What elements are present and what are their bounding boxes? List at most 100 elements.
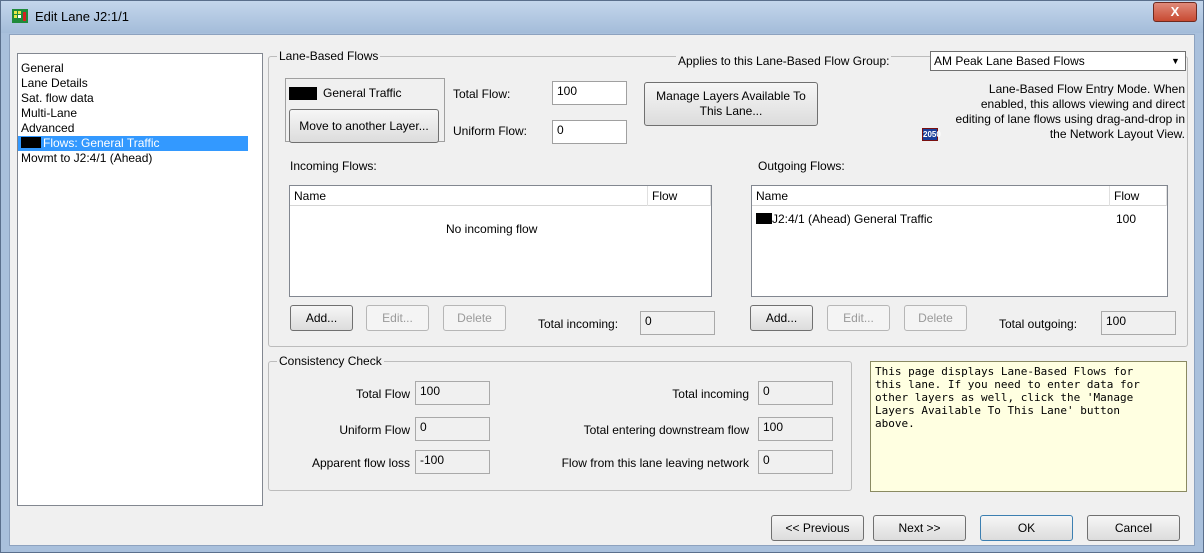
column-header-name[interactable]: Name [290, 186, 648, 206]
title-bar[interactable]: Edit Lane J2:1/1 X [1, 1, 1203, 33]
edit-label: Edit... [843, 311, 874, 325]
total-incoming-field: 0 [640, 311, 715, 335]
cc-apparent-loss-value: -100 [420, 453, 445, 467]
column-header-name[interactable]: Name [752, 186, 1110, 206]
uniform-flow-value: 0 [557, 123, 564, 137]
next-button[interactable]: Next >> [873, 515, 966, 541]
table-row[interactable]: J2:4/1 (Ahead) General Traffic 100 [752, 211, 1167, 227]
nav-item-label: Lane Details [21, 76, 88, 90]
incoming-list-header: Name Flow [290, 186, 711, 206]
uniform-flow-label: Uniform Flow: [453, 124, 528, 138]
incoming-add-button[interactable]: Add... [290, 305, 353, 331]
cc-uniform-flow-field: 0 [415, 417, 490, 441]
cc-total-flow-value: 100 [420, 384, 441, 398]
add-label: Add... [305, 311, 338, 325]
flow-group-value: AM Peak Lane Based Flows [934, 54, 1085, 68]
close-icon: X [1170, 4, 1180, 19]
outgoing-flows-list[interactable]: Name Flow J2:4/1 (Ahead) General Traffic… [751, 185, 1168, 297]
nav-item-label: Multi-Lane [21, 106, 78, 120]
window-title: Edit Lane J2:1/1 [35, 9, 129, 24]
nav-item-advanced[interactable]: Advanced [18, 121, 262, 136]
uniform-flow-input[interactable]: 0 [552, 120, 627, 144]
mode-description: Lane-Based Flow Entry Mode. When enabled… [955, 82, 1185, 141]
incoming-empty-message: No incoming flow [446, 222, 538, 236]
nav-item-movement[interactable]: Movmt to J2:4/1 (Ahead) [18, 151, 262, 166]
total-incoming-value: 0 [645, 314, 652, 328]
incoming-flows-title: Incoming Flows: [290, 159, 377, 173]
incoming-flows-list[interactable]: Name Flow No incoming flow [289, 185, 712, 297]
cc-leaving-value: 0 [763, 453, 770, 467]
column-header-flow[interactable]: Flow [648, 186, 711, 206]
move-to-layer-button[interactable]: Move to another Layer... [289, 109, 439, 143]
nav-item-label: General [21, 61, 64, 75]
nav-item-general[interactable]: General [18, 61, 262, 76]
total-flow-label: Total Flow: [453, 87, 511, 101]
move-to-layer-label: Move to another Layer... [299, 118, 429, 133]
nav-item-sat-flow-data[interactable]: Sat. flow data [18, 91, 262, 106]
cc-total-incoming-value: 0 [763, 384, 770, 398]
manage-layers-label: Manage Layers Available To This Lane... [656, 89, 806, 118]
outgoing-add-button[interactable]: Add... [750, 305, 813, 331]
cc-total-flow-field: 100 [415, 381, 490, 405]
cc-total-incoming-label: Total incoming [672, 387, 749, 401]
ok-label: OK [1017, 521, 1036, 535]
add-label: Add... [765, 311, 798, 325]
layer-color-swatch [21, 137, 41, 148]
cc-leaving-label: Flow from this lane leaving network [561, 456, 749, 470]
column-label: Flow [652, 189, 678, 203]
nav-item-label: Advanced [21, 121, 75, 135]
lane-flow-mode-text: Lane-Based Flow Entry Mode. When enabled… [945, 82, 1185, 142]
incoming-edit-button[interactable]: Edit... [366, 305, 429, 331]
close-button[interactable]: X [1153, 2, 1197, 22]
total-flow-value: 100 [557, 84, 578, 98]
nav-item-flows-general-traffic[interactable]: Flows: General Traffic [18, 136, 248, 151]
cc-uniform-flow-label: Uniform Flow [339, 423, 410, 437]
lane-based-flows-title: Lane-Based Flows [277, 49, 381, 63]
delete-label: Delete [457, 311, 492, 325]
total-outgoing-label: Total outgoing: [999, 317, 1078, 331]
total-outgoing-field: 100 [1101, 311, 1176, 335]
cc-total-flow-label: Total Flow [355, 387, 410, 401]
previous-button[interactable]: << Previous [771, 515, 864, 541]
nav-item-multi-lane[interactable]: Multi-Lane [18, 106, 262, 121]
cc-downstream-field: 100 [758, 417, 833, 441]
ok-button[interactable]: OK [980, 515, 1073, 541]
manage-layers-button[interactable]: Manage Layers Available To This Lane... [644, 82, 818, 126]
column-label: Flow [1114, 189, 1140, 203]
incoming-delete-button[interactable]: Delete [443, 305, 506, 331]
edit-label: Edit... [382, 311, 413, 325]
cc-downstream-value: 100 [763, 420, 784, 434]
next-label: Next >> [898, 521, 941, 535]
cc-apparent-loss-field: -100 [415, 450, 490, 474]
cc-uniform-flow-value: 0 [420, 420, 427, 434]
edit-lane-window: Edit Lane J2:1/1 X General Lane Details … [0, 0, 1204, 553]
outgoing-flows-title: Outgoing Flows: [758, 159, 845, 173]
dialog-client-area: General Lane Details Sat. flow data Mult… [9, 34, 1195, 546]
previous-label: << Previous [785, 521, 850, 535]
nav-item-lane-details[interactable]: Lane Details [18, 76, 262, 91]
help-note: This page displays Lane-Based Flows for … [870, 361, 1187, 492]
layer-name: General Traffic [323, 86, 402, 100]
total-flow-input[interactable]: 100 [552, 81, 627, 105]
column-label: Name [294, 189, 327, 203]
nav-item-label: Movmt to J2:4/1 (Ahead) [21, 151, 153, 165]
lane-flow-mode-icon[interactable]: 2050 [922, 128, 941, 141]
page-navigation-list[interactable]: General Lane Details Sat. flow data Mult… [17, 53, 263, 506]
outgoing-list-header: Name Flow [752, 186, 1167, 206]
cc-total-incoming-field: 0 [758, 381, 833, 405]
cc-downstream-label: Total entering downstream flow [583, 423, 749, 437]
total-outgoing-value: 100 [1106, 314, 1127, 328]
mode-icon-text: 2050 [923, 130, 941, 139]
delete-label: Delete [918, 311, 953, 325]
chevron-down-icon[interactable]: ▼ [1167, 53, 1184, 70]
consistency-check-title: Consistency Check [277, 354, 384, 368]
cancel-button[interactable]: Cancel [1087, 515, 1180, 541]
column-header-flow[interactable]: Flow [1110, 186, 1167, 206]
outgoing-delete-button[interactable]: Delete [904, 305, 967, 331]
nav-item-label: Flows: General Traffic [43, 136, 160, 150]
cc-apparent-loss-label: Apparent flow loss [311, 456, 410, 470]
outgoing-edit-button[interactable]: Edit... [827, 305, 890, 331]
flow-group-dropdown[interactable]: AM Peak Lane Based Flows ▼ [930, 51, 1186, 71]
column-label: Name [756, 189, 789, 203]
total-incoming-label: Total incoming: [538, 317, 619, 331]
